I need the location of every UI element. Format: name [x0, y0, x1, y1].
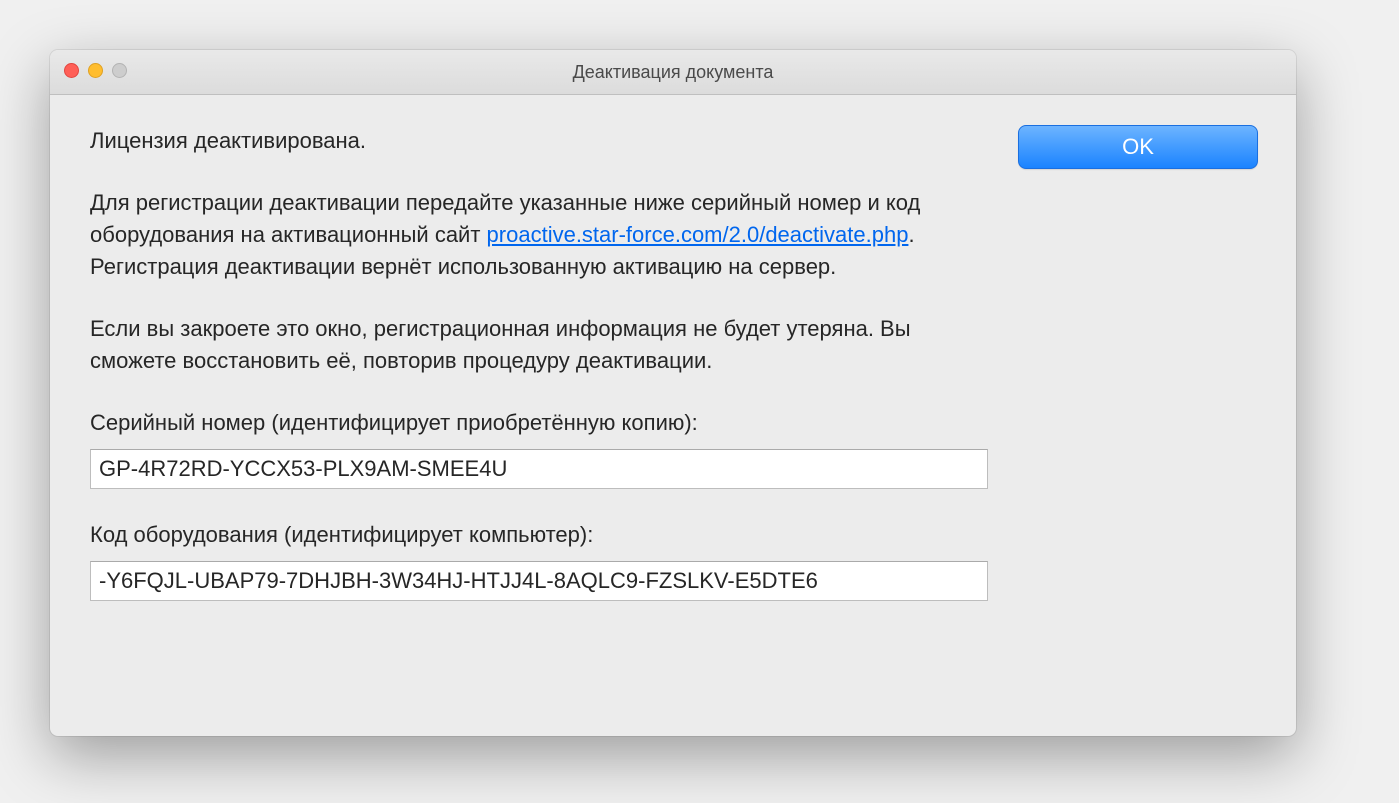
window-title: Деактивация документа [573, 62, 774, 83]
minimize-icon[interactable] [88, 63, 103, 78]
ok-button[interactable]: OK [1018, 125, 1258, 169]
message-column: Лицензия деактивирована. Для регистрации… [90, 125, 998, 707]
status-text: Лицензия деактивирована. [90, 125, 998, 157]
hwcode-field[interactable] [90, 561, 988, 601]
dialog-content: Лицензия деактивирована. Для регистрации… [50, 95, 1296, 736]
deactivation-link[interactable]: proactive.star-force.com/2.0/deactivate.… [487, 222, 909, 247]
serial-label: Серийный номер (идентифицирует приобретё… [90, 407, 998, 439]
close-icon[interactable] [64, 63, 79, 78]
zoom-icon [112, 63, 127, 78]
traffic-lights [64, 63, 127, 78]
instruction-text: Для регистрации деактивации передайте ук… [90, 187, 998, 283]
serial-field[interactable] [90, 449, 988, 489]
dialog-window: Деактивация документа Лицензия деактивир… [50, 50, 1296, 736]
recovery-note: Если вы закроете это окно, регистрационн… [90, 313, 998, 377]
button-column: OK [998, 125, 1258, 707]
hwcode-label: Код оборудования (идентифицирует компьют… [90, 519, 998, 551]
titlebar: Деактивация документа [50, 50, 1296, 95]
